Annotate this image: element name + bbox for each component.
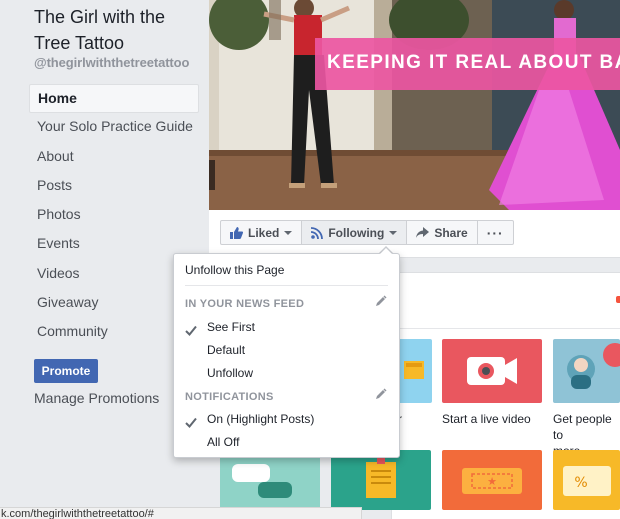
manage-promotions-link[interactable]: Manage Promotions: [34, 390, 159, 406]
tile-partial-blue[interactable]: [398, 339, 432, 403]
share-arrow-icon: [416, 227, 430, 238]
liked-button-label: Liked: [248, 225, 280, 240]
unfollow-label: Unfollow: [207, 366, 254, 380]
share-button[interactable]: Share: [406, 220, 478, 245]
offer-percent-icon: %: [563, 466, 611, 496]
notifications-section-header: NOTIFICATIONS: [185, 391, 274, 403]
sidebar-item-posts[interactable]: Posts: [29, 172, 199, 201]
default-option[interactable]: Default: [174, 339, 399, 361]
more-options-ellipsis-icon: ···: [486, 224, 504, 241]
following-button[interactable]: Following: [301, 220, 408, 245]
card-divider: [392, 328, 620, 329]
see-first-option[interactable]: See First: [174, 316, 399, 338]
cover-banner: KEEPING IT REAL ABOUT BALLR: [315, 38, 620, 90]
all-off-label: All Off: [207, 435, 240, 449]
start-live-video-tile[interactable]: [442, 339, 542, 403]
page-title[interactable]: The Girl with the Tree Tattoo: [34, 4, 204, 56]
unfollow-page-label: Unfollow this Page: [185, 263, 285, 277]
thumbs-up-icon: [230, 226, 243, 239]
sidebar-item-photos[interactable]: Photos: [29, 201, 199, 230]
page-action-bar: Liked Following Share ···: [209, 210, 620, 258]
following-chevron-down-icon: [389, 230, 398, 235]
sidebar-item-about[interactable]: About: [29, 143, 199, 172]
following-dropdown-menu: Unfollow this Page IN YOUR NEWS FEED See…: [173, 253, 400, 458]
notifications-edit-pencil-icon[interactable]: [375, 387, 387, 405]
rss-feed-icon: [311, 226, 324, 239]
ticket-icon: ★: [462, 468, 522, 494]
svg-text:%: %: [574, 475, 587, 491]
cover-photo-illustration: [209, 0, 620, 210]
notification-dot: [616, 296, 620, 303]
notifications-on-highlight-option[interactable]: On (Highlight Posts): [174, 408, 399, 430]
cover-banner-text: KEEPING IT REAL ABOUT BALLR: [327, 52, 620, 73]
tile-bottom-ticket[interactable]: ★: [442, 450, 542, 510]
default-label: Default: [207, 343, 246, 357]
see-first-label: See First: [207, 320, 256, 334]
unfollow-option[interactable]: Unfollow: [174, 362, 399, 384]
sidebar-item-home[interactable]: Home: [29, 84, 199, 114]
on-highlight-label: On (Highlight Posts): [207, 412, 315, 426]
news-feed-section-header: IN YOUR NEWS FEED: [185, 298, 305, 310]
cover-photo[interactable]: KEEPING IT REAL ABOUT BALLR: [209, 0, 620, 210]
tile-bottom-chat[interactable]: [220, 450, 320, 510]
chat-bubbles-icon: [232, 464, 292, 498]
dropdown-divider: [185, 285, 388, 286]
notes-icon: [366, 458, 396, 498]
sidebar-item-solo-practice-guide[interactable]: Your Solo Practice Guide: [29, 113, 199, 142]
tile-illustration: [404, 361, 424, 379]
news-feed-edit-pencil-icon[interactable]: [375, 294, 387, 312]
people-megaphone-icon: [567, 343, 620, 389]
start-live-video-label: Start a live video: [442, 412, 531, 426]
page-action-buttons: Liked Following Share ···: [220, 220, 514, 245]
share-button-label: Share: [434, 225, 468, 240]
following-button-label: Following: [328, 225, 385, 240]
liked-button[interactable]: Liked: [220, 220, 303, 245]
get-people-tile[interactable]: [553, 339, 620, 403]
page-handle[interactable]: @thegirlwiththetreetattoo: [34, 55, 189, 70]
get-people-label-line1: Get people to: [553, 412, 612, 442]
liked-chevron-down-icon: [284, 230, 293, 235]
live-video-camera-icon: [467, 357, 517, 385]
tile-bottom-offer[interactable]: %: [553, 450, 620, 510]
dropdown-pointer-fill: [379, 248, 393, 255]
unfollow-page-option[interactable]: Unfollow this Page: [174, 259, 399, 281]
tile-bottom-notes[interactable]: [331, 450, 431, 510]
svg-text:★: ★: [487, 475, 497, 488]
browser-status-bar: k.com/thegirlwiththetreetattoo/#: [0, 507, 362, 519]
promote-button[interactable]: Promote: [34, 359, 98, 383]
more-options-button[interactable]: ···: [476, 220, 514, 245]
notifications-all-off-option[interactable]: All Off: [174, 431, 399, 453]
